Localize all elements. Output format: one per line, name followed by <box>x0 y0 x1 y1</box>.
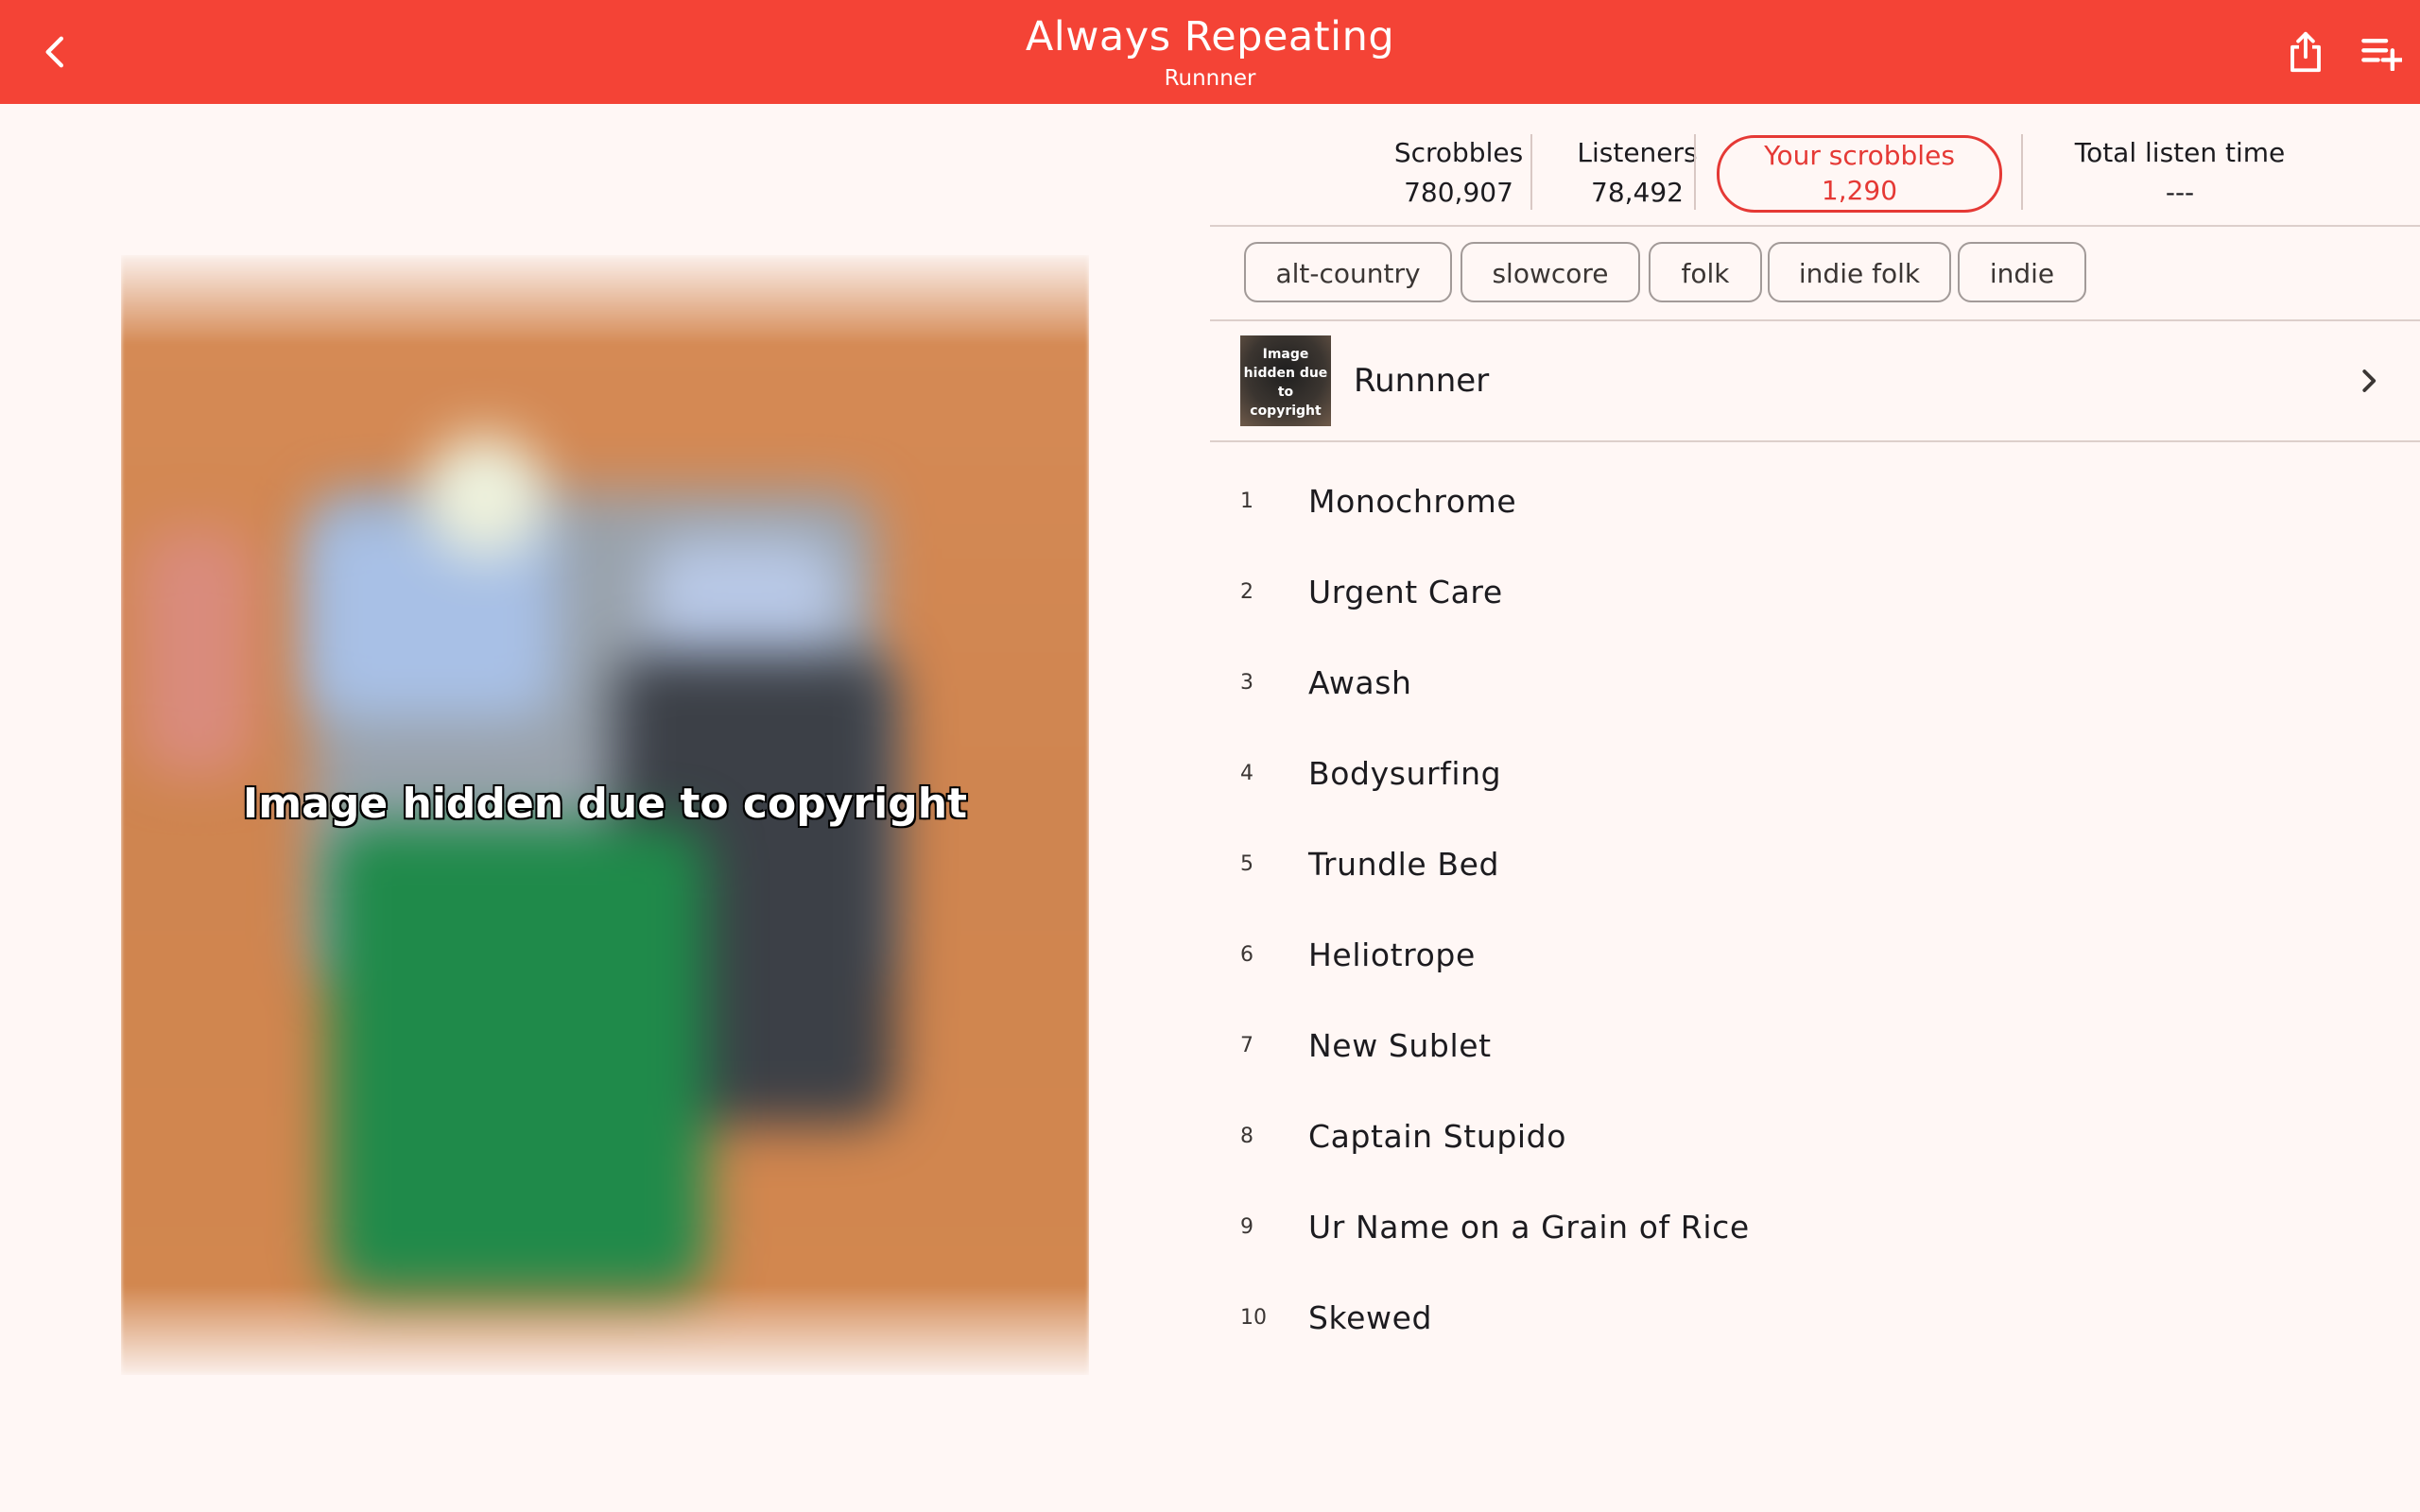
stat-listeners-value: 78,492 <box>1591 177 1684 208</box>
artist-row[interactable]: Image hidden due to copyright Runnner <box>1210 321 2420 440</box>
track-number: 2 <box>1240 580 1253 604</box>
track-number: 1 <box>1240 490 1253 513</box>
album-stats: Scrobbles 780,907 Listeners 78,492 Your … <box>1210 132 2420 227</box>
track-row[interactable]: 7 New Sublet <box>1210 1001 2420 1091</box>
track-number: 5 <box>1240 852 1253 876</box>
tag-chip[interactable]: slowcore <box>1461 242 1640 302</box>
stat-total-listen-time-label: Total listen time <box>2074 137 2286 168</box>
track-row[interactable]: 5 Trundle Bed <box>1210 819 2420 910</box>
track-number: 10 <box>1240 1306 1267 1330</box>
track-number: 3 <box>1240 671 1253 695</box>
share-icon <box>2290 31 2321 73</box>
track-title: Skewed <box>1308 1299 1433 1336</box>
stat-total-listen-time: Total listen time --- <box>2032 132 2327 212</box>
stat-total-listen-time-value: --- <box>2165 177 2195 208</box>
track-number: 7 <box>1240 1034 1253 1057</box>
track-row[interactable]: 10 Skewed <box>1210 1273 2420 1364</box>
track-title: Bodysurfing <box>1308 755 1502 792</box>
artwork-hidden-caption: Image hidden due to copyright <box>242 780 968 828</box>
track-row[interactable]: 3 Awash <box>1210 638 2420 729</box>
stat-divider <box>1694 134 1696 210</box>
track-row[interactable]: 9 Ur Name on a Grain of Rice <box>1210 1182 2420 1273</box>
add-to-queue-button[interactable] <box>2350 21 2412 83</box>
stat-scrobbles: Scrobbles 780,907 <box>1361 132 1556 212</box>
page-subtitle: Runnner <box>1164 66 1256 91</box>
track-number: 4 <box>1240 762 1253 785</box>
tag-chip[interactable]: folk <box>1649 242 1762 302</box>
stat-listeners: Listeners 78,492 <box>1537 132 1737 212</box>
track-row[interactable]: 6 Heliotrope <box>1210 910 2420 1001</box>
chevron-right-icon <box>2362 369 2377 392</box>
playlist-add-icon <box>2361 38 2402 71</box>
track-number: 6 <box>1240 943 1253 967</box>
track-title: Monochrome <box>1308 483 1517 520</box>
divider <box>1210 440 2420 442</box>
track-title: New Sublet <box>1308 1027 1492 1064</box>
track-list: 1 Monochrome 2 Urgent Care 3 Awash 4 Bod… <box>1210 456 2420 1364</box>
album-artwork: Image hidden due to copyright <box>121 255 1089 1375</box>
share-button[interactable] <box>2274 21 2337 83</box>
stat-your-scrobbles-value: 1,290 <box>1821 175 1898 206</box>
track-title: Ur Name on a Grain of Rice <box>1308 1209 1750 1246</box>
stat-divider <box>2021 134 2023 210</box>
track-title: Trundle Bed <box>1308 846 1500 883</box>
track-row[interactable]: 1 Monochrome <box>1210 456 2420 547</box>
stat-scrobbles-label: Scrobbles <box>1393 137 1524 168</box>
app-bar-titles: Always Repeating Runnner <box>0 9 2420 93</box>
track-title: Urgent Care <box>1308 574 1503 610</box>
tag-chip[interactable]: indie folk <box>1768 242 1951 302</box>
stat-your-scrobbles-label: Your scrobbles <box>1764 140 1955 171</box>
track-row[interactable]: 2 Urgent Care <box>1210 547 2420 638</box>
stat-listeners-label: Listeners <box>1577 137 1698 168</box>
track-row[interactable]: 4 Bodysurfing <box>1210 729 2420 819</box>
artist-name: Runnner <box>1354 362 1490 400</box>
tag-chip[interactable]: alt-country <box>1244 242 1452 302</box>
stat-your-scrobbles-button[interactable]: Your scrobbles 1,290 <box>1717 135 2002 213</box>
artist-open-button[interactable] <box>2339 352 2397 410</box>
app-bar: Always Repeating Runnner <box>0 0 2420 104</box>
track-number: 9 <box>1240 1215 1253 1239</box>
artist-thumbnail: Image hidden due to copyright <box>1240 335 1331 426</box>
track-row[interactable]: 8 Captain Stupido <box>1210 1091 2420 1182</box>
divider <box>1210 225 2420 227</box>
track-title: Heliotrope <box>1308 936 1476 973</box>
track-number: 8 <box>1240 1125 1253 1148</box>
stat-divider <box>1530 134 1532 210</box>
page-title: Always Repeating <box>1025 13 1395 60</box>
track-title: Awash <box>1308 664 1412 701</box>
track-title: Captain Stupido <box>1308 1118 1566 1155</box>
stat-scrobbles-value: 780,907 <box>1404 177 1513 208</box>
tag-chip[interactable]: indie <box>1958 242 2086 302</box>
